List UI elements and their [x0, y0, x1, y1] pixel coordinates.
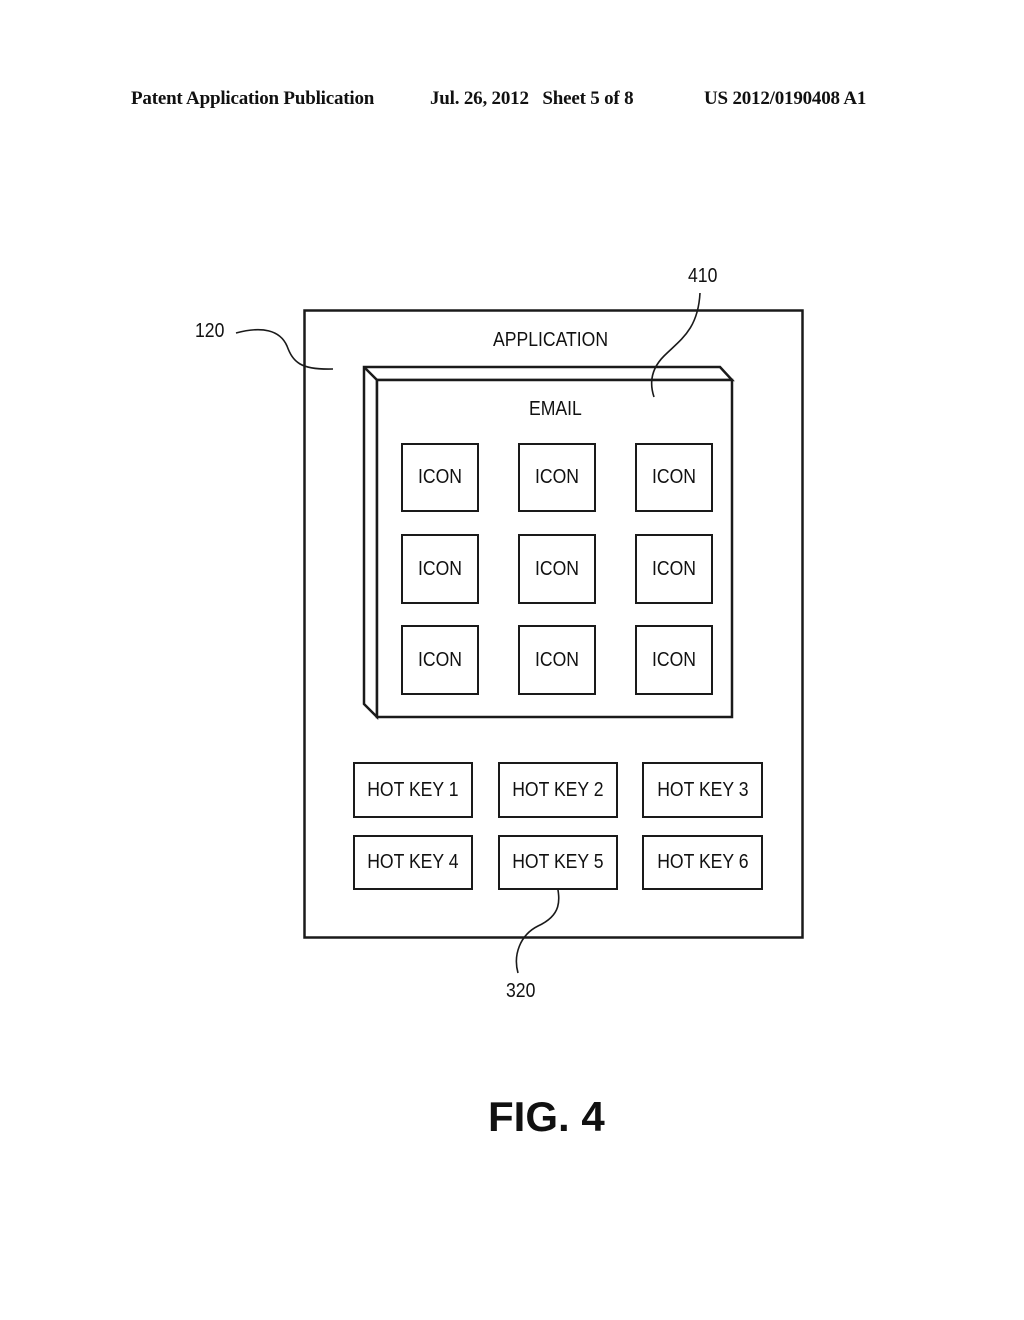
icon-tile-label: ICON [535, 648, 579, 671]
reference-numeral-email-window: 410 [688, 265, 718, 287]
icon-tile[interactable]: ICON [635, 443, 713, 512]
reference-numeral-device: 120 [195, 320, 225, 342]
icon-tile[interactable]: ICON [518, 534, 596, 604]
icon-tile-label: ICON [652, 466, 696, 488]
icon-tile[interactable]: ICON [401, 625, 479, 695]
hot-key-label: HOT KEY 5 [512, 851, 604, 873]
icon-tile[interactable]: ICON [518, 443, 596, 512]
figure-caption: FIG. 4 [488, 1093, 605, 1140]
hot-key-6-button[interactable]: HOT KEY 6 [642, 835, 763, 890]
hot-key-4-button[interactable]: HOT KEY 4 [353, 835, 473, 890]
icon-tile[interactable]: ICON [635, 625, 713, 695]
icon-tile-label: ICON [652, 557, 696, 580]
application-label: APPLICATION [493, 329, 609, 351]
icon-tile-label: ICON [535, 557, 579, 580]
icon-tile-label: ICON [418, 466, 462, 488]
icon-tile[interactable]: ICON [635, 534, 713, 604]
leader-line-120 [235, 329, 334, 370]
hot-key-label: HOT KEY 4 [367, 851, 459, 873]
icon-tile[interactable]: ICON [401, 443, 479, 512]
hot-key-label: HOT KEY 6 [656, 851, 749, 873]
hot-key-5-button[interactable]: HOT KEY 5 [498, 835, 618, 890]
icon-tile-label: ICON [652, 648, 696, 671]
leader-line-320 [515, 883, 560, 974]
icon-tile[interactable]: ICON [401, 534, 479, 604]
hot-key-label: HOT KEY 1 [367, 778, 459, 801]
icon-tile-label: ICON [418, 648, 462, 671]
icon-tile-label: ICON [535, 466, 579, 488]
hot-key-label: HOT KEY 3 [656, 778, 749, 801]
hot-key-3-button[interactable]: HOT KEY 3 [642, 762, 763, 818]
reference-numeral-hot-keys: 320 [506, 980, 536, 1002]
hot-key-1-button[interactable]: HOT KEY 1 [353, 762, 473, 818]
hot-key-label: HOT KEY 2 [512, 778, 604, 801]
hot-key-2-button[interactable]: HOT KEY 2 [498, 762, 618, 818]
icon-tile-label: ICON [418, 557, 462, 580]
icon-tile[interactable]: ICON [518, 625, 596, 695]
email-label: EMAIL [529, 398, 582, 420]
